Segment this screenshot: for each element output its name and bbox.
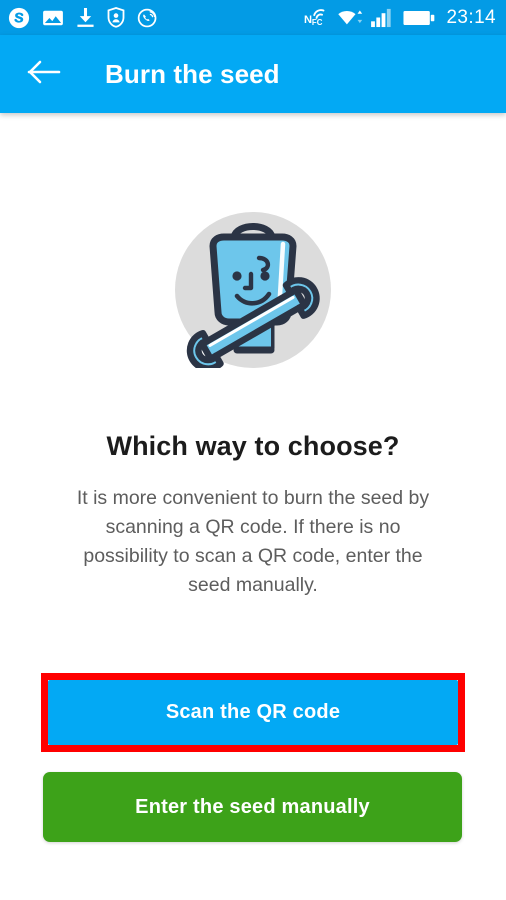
status-bar-clock: 23:14 xyxy=(446,6,496,28)
back-button[interactable] xyxy=(22,52,66,96)
scan-qr-code-button[interactable]: Scan the QR code xyxy=(48,680,458,745)
arrow-left-icon xyxy=(27,59,61,90)
wifi-icon xyxy=(337,7,364,28)
svg-text:FC: FC xyxy=(312,18,323,27)
battery-icon xyxy=(403,8,435,28)
headline: Which way to choose? xyxy=(106,431,400,461)
signal-bars-icon xyxy=(371,7,396,28)
gallery-image-icon xyxy=(42,9,64,27)
page-title: Burn the seed xyxy=(105,58,280,89)
description-text: It is more convenient to burn the seed b… xyxy=(76,487,430,596)
app-bar: Burn the seed xyxy=(0,35,506,113)
enter-seed-manually-button[interactable]: Enter the seed manually xyxy=(43,772,462,842)
viber-icon xyxy=(137,7,159,29)
mascot-with-wrench-illustration xyxy=(175,212,331,372)
svg-text:N: N xyxy=(304,14,312,26)
download-icon xyxy=(76,7,95,28)
status-bar-left-icons xyxy=(8,7,159,29)
main-content: Which way to choose? It is more convenie… xyxy=(0,113,506,900)
status-bar-right-icons: N FC 23:14 xyxy=(304,7,496,29)
status-bar: N FC 23:14 xyxy=(0,0,506,35)
shield-badge-icon xyxy=(107,7,125,28)
nfc-icon: N FC xyxy=(304,7,330,28)
skype-icon xyxy=(8,7,30,29)
